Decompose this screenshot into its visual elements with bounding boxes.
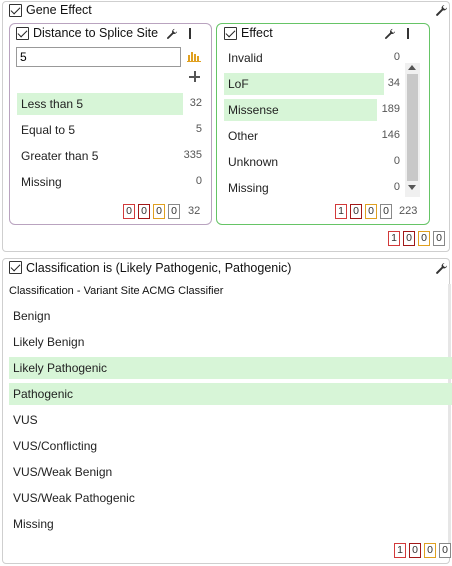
option-label: VUS/Weak Benign <box>13 465 113 479</box>
option-label: Benign <box>13 309 51 323</box>
distance-option-row[interactable]: Missing 0 <box>17 171 202 193</box>
option-label: Missing <box>21 175 62 189</box>
total-count: 223 <box>399 205 418 217</box>
status-count-box: 0 <box>138 204 150 219</box>
classification-subtitle: Classification - Variant Site ACMG Class… <box>9 285 224 297</box>
classification-option-row[interactable]: VUS/Weak Pathogenic <box>9 487 452 509</box>
more-options-icon[interactable] <box>189 28 191 39</box>
classification-option-row[interactable]: Pathogenic <box>9 383 452 405</box>
option-count: 5 <box>195 123 202 135</box>
wrench-icon[interactable] <box>435 4 448 17</box>
distance-title: Distance to Splice Site <box>33 26 159 40</box>
status-count-box: 0 <box>380 204 392 219</box>
option-label: VUS/Conflicting <box>13 439 98 453</box>
classification-option-row[interactable]: VUS <box>9 409 452 431</box>
option-count: 0 <box>393 51 400 63</box>
effect-option-row[interactable]: LoF 34 <box>224 73 400 95</box>
effect-option-row[interactable]: Other 146 <box>224 125 402 147</box>
option-count: 146 <box>381 129 400 141</box>
status-count-box: 0 <box>153 204 165 219</box>
status-count-box: 1 <box>394 543 406 558</box>
distance-option-row[interactable]: Equal to 5 5 <box>17 119 202 141</box>
option-count: 32 <box>189 97 202 109</box>
classification-option-row[interactable]: Likely Benign <box>9 331 452 353</box>
classification-option-row[interactable]: VUS/Weak Benign <box>9 461 452 483</box>
wrench-icon[interactable] <box>435 262 448 275</box>
distance-value-input[interactable] <box>16 47 181 67</box>
classification-option-row[interactable]: Benign <box>9 305 452 327</box>
effect-option-row[interactable]: Unknown 0 <box>224 151 402 173</box>
status-count-box: 0 <box>409 543 421 558</box>
option-label: Missing <box>228 181 269 195</box>
option-label: Invalid <box>228 51 263 65</box>
distance-option-row[interactable]: Less than 5 32 <box>17 93 202 115</box>
status-count-box: 0 <box>424 543 436 558</box>
more-options-icon[interactable] <box>407 28 409 39</box>
wrench-icon[interactable] <box>384 28 396 40</box>
option-label: LoF <box>228 77 249 91</box>
distance-option-row[interactable]: Greater than 5 335 <box>17 145 202 167</box>
scrollbar-thumb[interactable] <box>407 74 418 181</box>
option-label: VUS <box>13 413 38 427</box>
status-count-box: 0 <box>439 543 451 558</box>
gene-effect-title: Gene Effect <box>26 3 92 17</box>
option-count: 0 <box>393 155 400 167</box>
classification-option-row[interactable]: VUS/Conflicting <box>9 435 452 457</box>
status-count-box: 1 <box>388 231 400 246</box>
status-count-box: 0 <box>350 204 362 219</box>
option-label: Missense <box>228 103 279 117</box>
option-label: Likely Pathogenic <box>13 361 108 375</box>
status-count-box: 0 <box>123 204 135 219</box>
wrench-icon[interactable] <box>166 28 178 40</box>
effect-checkbox[interactable] <box>224 27 237 40</box>
classification-title: Classification is (Likely Pathogenic, Pa… <box>26 261 292 275</box>
effect-option-row[interactable]: Missense 189 <box>224 99 400 121</box>
distance-checkbox[interactable] <box>16 27 29 40</box>
status-count-box: 0 <box>418 231 430 246</box>
scroll-down-icon[interactable] <box>408 185 416 190</box>
classification-option-row[interactable]: Missing <box>9 513 452 535</box>
status-count-box: 0 <box>433 231 445 246</box>
effect-title: Effect <box>241 26 273 40</box>
gene-effect-checkbox[interactable] <box>9 4 22 17</box>
effect-scrollbar[interactable] <box>405 63 420 197</box>
option-label: Likely Benign <box>13 335 85 349</box>
classification-checkbox[interactable] <box>9 261 22 274</box>
option-count: 189 <box>381 103 400 115</box>
option-count: 0 <box>195 175 202 187</box>
effect-option-row[interactable]: Missing 0 <box>224 177 402 199</box>
option-label: Greater than 5 <box>21 149 99 163</box>
option-label: Missing <box>13 517 54 531</box>
scroll-up-icon[interactable] <box>408 65 416 70</box>
option-label: Less than 5 <box>21 97 84 111</box>
effect-option-row[interactable]: Invalid 0 <box>224 47 402 69</box>
classification-option-row[interactable]: Likely Pathogenic <box>9 357 452 379</box>
status-count-box: 0 <box>365 204 377 219</box>
option-label: Other <box>228 129 259 143</box>
option-count: 34 <box>387 77 400 89</box>
option-count: 335 <box>183 149 202 161</box>
option-label: Unknown <box>228 155 279 169</box>
status-count-box: 1 <box>335 204 347 219</box>
status-count-box: 0 <box>403 231 415 246</box>
option-label: VUS/Weak Pathogenic <box>13 491 135 505</box>
add-range-icon[interactable] <box>189 71 200 82</box>
total-count: 32 <box>188 205 201 217</box>
option-label: Equal to 5 <box>21 123 76 137</box>
status-count-box: 0 <box>168 204 180 219</box>
histogram-icon[interactable] <box>187 50 201 62</box>
option-count: 0 <box>393 181 400 193</box>
option-label: Pathogenic <box>13 387 74 401</box>
